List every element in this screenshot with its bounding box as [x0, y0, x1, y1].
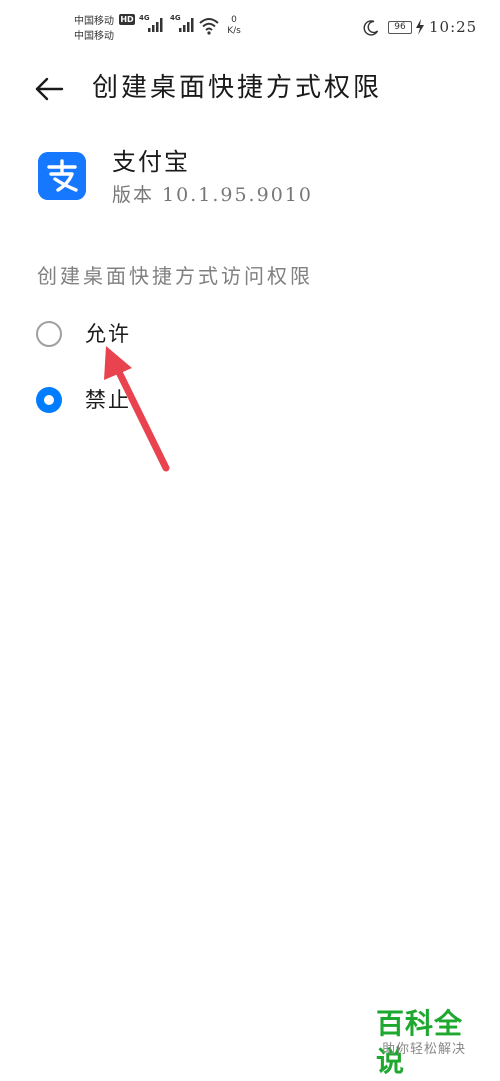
status-bar: 中国移动 中国移动 HD 4G 4G 0 K/s 96 10:25	[0, 0, 500, 50]
network-speed: 0 K/s	[224, 15, 244, 37]
annotation-arrow-icon	[104, 346, 170, 472]
permission-section-label: 创建桌面快捷方式访问权限	[37, 264, 313, 288]
speed-value: 0	[231, 15, 237, 25]
hd-badge: HD	[119, 14, 135, 25]
radio-deny[interactable]	[36, 387, 62, 413]
moon-icon	[363, 20, 379, 36]
speed-unit: K/s	[227, 26, 241, 36]
alipay-app-icon	[38, 152, 86, 200]
battery-level: 96	[394, 22, 406, 32]
page-title: 创建桌面快捷方式权限	[92, 73, 383, 103]
signal-icon-2: 4G	[170, 14, 196, 36]
wifi-icon	[199, 18, 219, 35]
watermark-logo: 百科全说 助你轻松解决	[372, 1005, 490, 1078]
arrow-left-icon[interactable]	[34, 74, 64, 104]
watermark-subtitle: 助你轻松解决	[382, 1042, 467, 1057]
carrier-info: 中国移动 中国移动	[74, 14, 114, 44]
battery-icon: 96	[388, 21, 412, 34]
app-header: 创建桌面快捷方式权限	[0, 60, 500, 116]
charging-icon	[416, 19, 424, 35]
app-name: 支付宝	[112, 148, 190, 176]
carrier-1: 中国移动	[74, 16, 114, 27]
app-version: 版本 10.1.95.9010	[112, 184, 313, 206]
signal-icon: 4G	[139, 14, 165, 36]
radio-allow[interactable]	[36, 321, 62, 347]
carrier-2: 中国移动	[74, 31, 114, 42]
status-time: 10:25	[429, 18, 478, 36]
